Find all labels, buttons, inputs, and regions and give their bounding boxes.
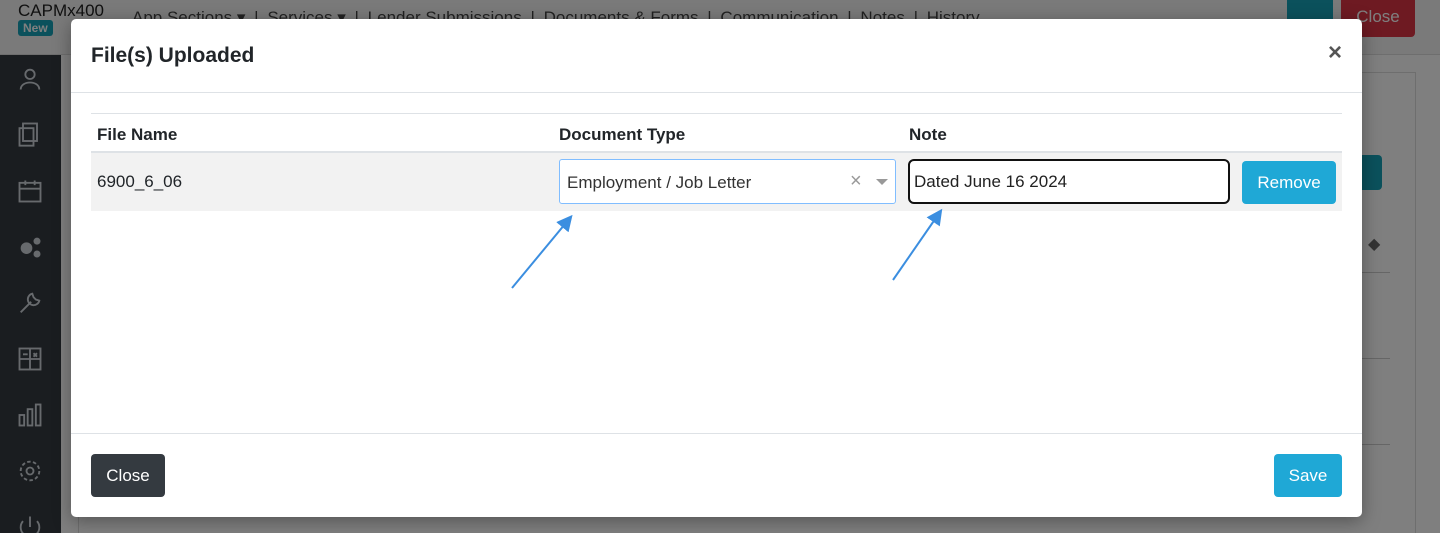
modal-footer: Close Save bbox=[71, 433, 1362, 517]
file-name-cell: 6900_6_06 bbox=[97, 172, 183, 191]
uploaded-files-table: File Name Document Type Note 6900_6_06 E… bbox=[91, 113, 1342, 211]
remove-button[interactable]: Remove bbox=[1242, 161, 1336, 204]
close-button[interactable]: Close bbox=[91, 454, 165, 497]
modal-header: File(s) Uploaded × bbox=[71, 19, 1362, 93]
column-file-name: File Name bbox=[97, 125, 178, 144]
save-button[interactable]: Save bbox=[1274, 454, 1342, 497]
note-input[interactable] bbox=[908, 159, 1230, 204]
document-type-value: Employment / Job Letter bbox=[567, 173, 752, 192]
column-note: Note bbox=[909, 125, 947, 144]
close-icon[interactable]: × bbox=[1328, 41, 1342, 65]
files-uploaded-modal: File(s) Uploaded × File Name Document Ty… bbox=[71, 19, 1362, 517]
column-document-type: Document Type bbox=[559, 125, 686, 144]
clear-icon[interactable]: × bbox=[850, 170, 862, 192]
chevron-down-icon[interactable] bbox=[876, 179, 888, 185]
table-header: File Name Document Type Note bbox=[91, 113, 1342, 153]
table-row: 6900_6_06 Employment / Job Letter × Remo… bbox=[91, 153, 1342, 211]
modal-title: File(s) Uploaded bbox=[91, 44, 255, 67]
document-type-select[interactable]: Employment / Job Letter × bbox=[559, 159, 896, 204]
